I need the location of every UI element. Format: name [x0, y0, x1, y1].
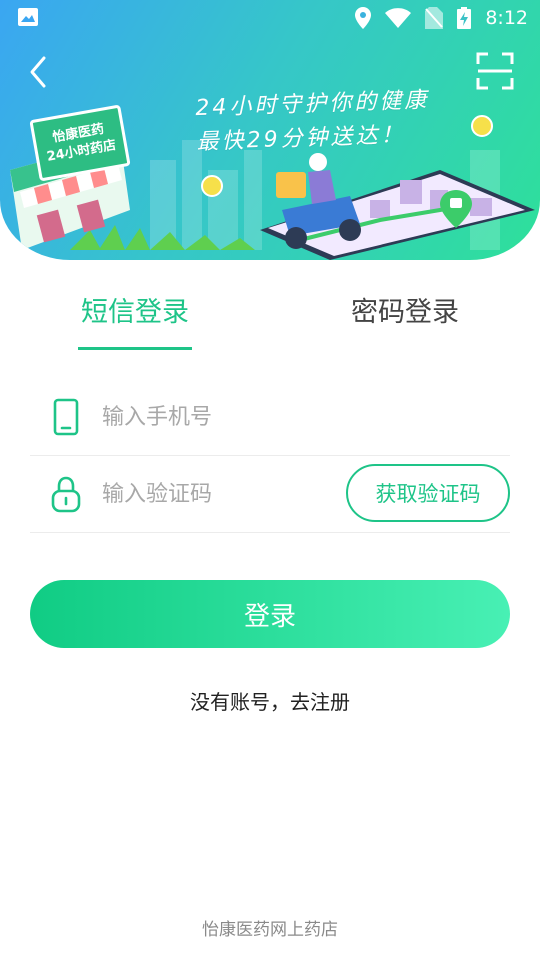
no-sim-icon	[425, 7, 444, 29]
tab-password-login[interactable]: 密码登录	[346, 290, 464, 329]
verification-code-row: 获取验证码	[30, 455, 510, 533]
active-tab-indicator	[78, 347, 192, 350]
back-button[interactable]	[24, 54, 54, 90]
tab-sms-login[interactable]: 短信登录	[78, 290, 192, 329]
lock-icon	[51, 476, 81, 513]
verification-code-input[interactable]	[102, 473, 332, 515]
phone-icon	[53, 398, 79, 436]
battery-charging-icon	[457, 7, 472, 29]
register-link[interactable]: 没有账号，去注册	[0, 686, 540, 715]
get-code-button[interactable]: 获取验证码	[346, 464, 510, 522]
phone-row	[30, 378, 510, 456]
header-banner: 8:12 24小时守护你的健康 最快29分钟送达！ 怡康医药 24小时药店	[0, 0, 540, 260]
status-bar: 8:12	[0, 0, 540, 36]
wifi-icon	[385, 8, 412, 28]
phone-input[interactable]	[102, 396, 332, 438]
scan-icon	[476, 52, 514, 90]
login-tabs: 短信登录 密码登录	[0, 290, 540, 360]
status-time: 8:12	[485, 7, 528, 29]
login-button[interactable]: 登录	[30, 580, 510, 648]
footer-text: 怡康医药网上药店	[202, 920, 338, 940]
location-icon	[355, 7, 372, 29]
scan-button[interactable]	[476, 52, 514, 90]
gallery-icon	[18, 8, 38, 26]
chevron-left-icon	[30, 56, 46, 88]
